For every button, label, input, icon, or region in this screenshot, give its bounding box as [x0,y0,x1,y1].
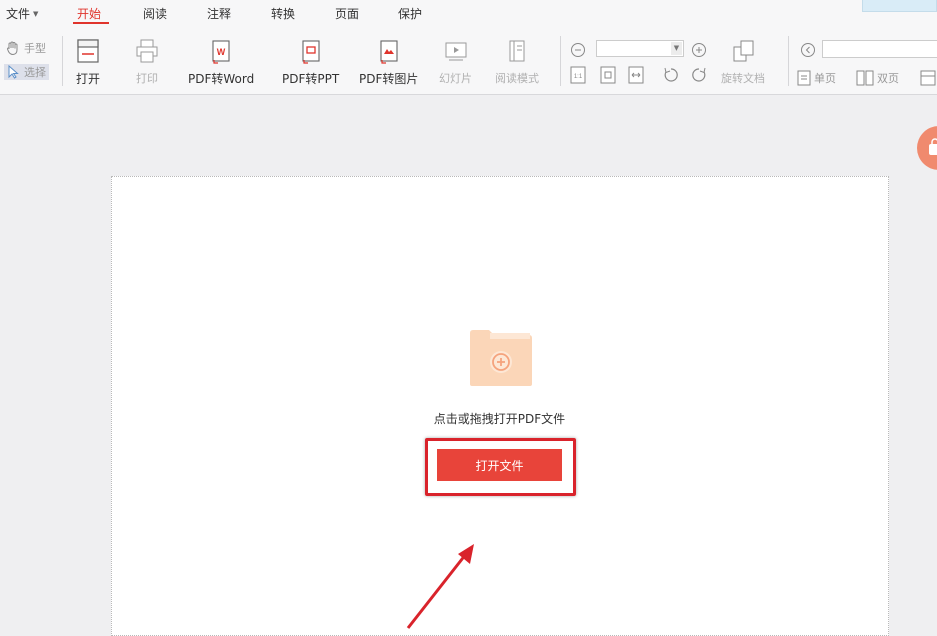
file-menu[interactable]: 文件 ▼ [6,5,38,22]
printer-icon [136,39,158,63]
add-folder-icon[interactable] [469,329,533,387]
svg-text:1:1: 1:1 [574,74,583,80]
pdf-to-image-icon [380,40,398,64]
rotate-right-icon[interactable] [690,66,708,84]
rotate-left-icon[interactable] [662,66,680,84]
document-page [111,176,889,636]
pdf-to-word-icon: W [212,40,230,64]
separator [62,36,63,86]
print-button[interactable]: 打印 [134,36,160,86]
tab-page[interactable]: 页面 [335,5,359,22]
side-panel-badge[interactable] [917,126,937,170]
tab-annotate[interactable]: 注释 [207,5,231,22]
pdf-to-ppt-icon [302,40,320,64]
tab-start[interactable]: 开始 [77,5,101,22]
fit-width-icon[interactable] [628,66,644,84]
actual-size-icon[interactable]: 1:1 [570,66,586,84]
pdf-to-image-button[interactable]: PDF转图片 [359,36,418,87]
open-hint-text: 点击或拖拽打开PDF文件 [433,412,566,426]
continuous-page-icon[interactable] [920,70,936,86]
hand-icon [7,41,18,56]
tab-read[interactable]: 阅读 [143,5,167,22]
pdf-to-word-button[interactable]: W PDF转Word [188,36,254,87]
open-button[interactable]: 打开 [75,36,101,87]
open-label: 打开 [75,72,100,86]
pdf-to-ppt-label: PDF转PPT [282,72,340,86]
cursor-arrow-icon [8,65,19,79]
open-file-button[interactable]: 打开文件 [437,449,562,481]
pdf-to-ppt-button[interactable]: PDF转PPT [282,36,339,87]
pointer-arrow-icon [406,544,474,629]
separator [560,36,561,86]
rotate-document-button[interactable]: 旋转文档 [721,36,765,86]
open-doc-icon [77,39,99,63]
single-page-icon [797,70,811,86]
ribbon-toolbar: 手型 选择 打开 打印 W PDF转Word PDF转PPT PDF转图片 幻灯… [0,28,937,95]
zoom-combo[interactable]: ▼ [596,40,684,57]
svg-text:W: W [217,47,226,57]
single-page-label: 单页 [814,72,836,85]
search-box[interactable] [862,0,937,12]
double-page-label: 双页 [877,72,899,85]
slideshow-label: 幻灯片 [439,72,472,85]
page-number-input[interactable] [822,40,937,58]
previous-page-icon[interactable] [800,42,816,58]
reading-mode-button[interactable]: 阅读模式 [495,36,539,86]
chevron-down-icon[interactable]: ▼ [671,42,682,55]
active-tab-indicator [73,22,109,24]
tab-convert[interactable]: 转换 [271,5,295,22]
pdf-to-image-label: PDF转图片 [359,72,419,86]
select-mode-button[interactable]: 选择 [4,64,49,80]
file-menu-label: 文件 [6,7,31,21]
single-page-button[interactable]: 单页 [797,70,836,86]
separator [788,36,789,86]
slideshow-icon [445,42,466,61]
rotate-document-icon [733,40,754,62]
tab-protect[interactable]: 保护 [398,5,422,22]
menu-bar: 文件 ▼ 开始 阅读 注释 转换 页面 保护 [0,0,937,28]
hand-mode-label: 手型 [24,42,46,55]
print-label: 打印 [136,72,158,85]
book-icon [509,40,525,62]
rotate-document-label: 旋转文档 [721,72,765,85]
zoom-out-icon[interactable] [570,42,586,58]
select-mode-label: 选择 [24,66,46,79]
slideshow-button[interactable]: 幻灯片 [439,36,472,86]
bag-icon [929,138,937,155]
reading-mode-label: 阅读模式 [495,72,539,85]
hand-mode-button[interactable]: 手型 [5,40,46,56]
double-page-icon [856,70,874,86]
zoom-in-icon[interactable] [691,42,707,58]
pdf-to-word-label: PDF转Word [188,72,255,86]
double-page-button[interactable]: 双页 [856,70,899,86]
fit-page-icon[interactable] [600,66,616,84]
caret-down-icon: ▼ [33,10,39,18]
